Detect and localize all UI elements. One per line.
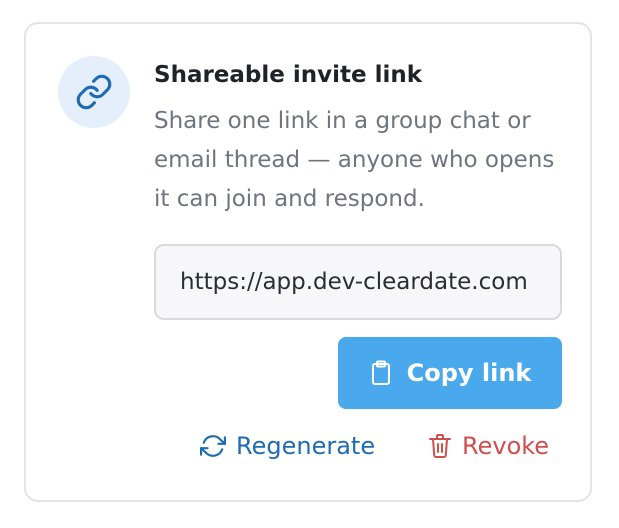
invite-description: Share one link in a group chat or email … bbox=[154, 108, 555, 212]
copy-link-label: Copy link bbox=[406, 359, 532, 387]
refresh-icon bbox=[200, 433, 226, 459]
regenerate-label: Regenerate bbox=[236, 432, 376, 460]
invite-link-card: Shareable invite link Share one link in … bbox=[24, 22, 592, 502]
revoke-link-button[interactable]: Revoke bbox=[428, 432, 549, 460]
copy-link-button[interactable]: Copy link bbox=[338, 337, 562, 409]
link-icon-badge bbox=[58, 56, 130, 128]
regenerate-link-button[interactable]: Regenerate bbox=[200, 432, 375, 460]
invite-link-field[interactable] bbox=[154, 244, 562, 320]
trash-icon bbox=[428, 433, 452, 459]
clipboard-icon bbox=[369, 360, 393, 386]
revoke-label: Revoke bbox=[462, 432, 550, 460]
invite-title: Shareable invite link bbox=[154, 62, 423, 88]
link-icon bbox=[75, 73, 113, 111]
